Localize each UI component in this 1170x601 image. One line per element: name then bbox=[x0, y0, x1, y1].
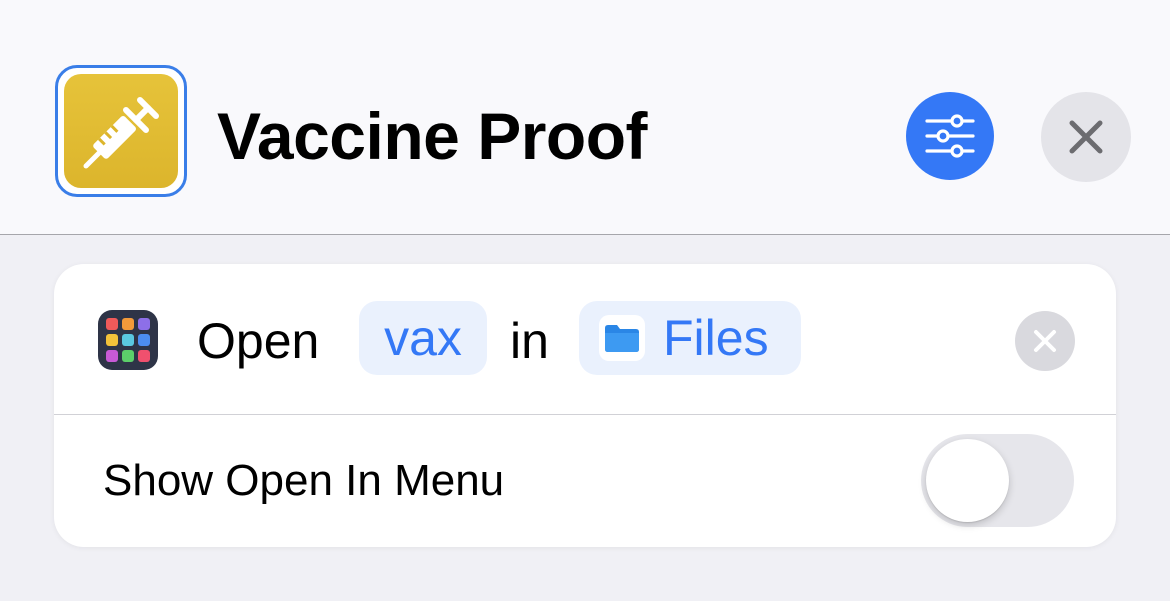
shortcut-header: Vaccine Proof bbox=[0, 0, 1170, 235]
shortcut-settings-button[interactable] bbox=[906, 92, 994, 180]
toggle-knob[interactable] bbox=[926, 439, 1009, 522]
action-verb: Open bbox=[197, 313, 320, 369]
action-preposition: in bbox=[510, 313, 549, 369]
remove-action-button[interactable] bbox=[1015, 311, 1075, 371]
remove-icon bbox=[1034, 330, 1056, 352]
close-button[interactable] bbox=[1041, 92, 1131, 182]
folder-icon bbox=[599, 315, 645, 361]
app-grid-icon bbox=[98, 310, 158, 370]
open-file-action-row: Open vax in Files bbox=[54, 264, 1116, 415]
show-open-in-menu-toggle[interactable] bbox=[921, 434, 1074, 527]
sliders-icon bbox=[925, 114, 975, 158]
syringe-icon bbox=[64, 74, 178, 188]
close-icon bbox=[1069, 120, 1103, 154]
shortcut-icon-button[interactable] bbox=[55, 65, 187, 197]
action-card: Open vax in Files Show Open In Menu bbox=[54, 264, 1116, 547]
show-open-in-menu-label: Show Open In Menu bbox=[103, 456, 505, 505]
shortcut-title[interactable]: Vaccine Proof bbox=[217, 100, 648, 172]
file-parameter-token[interactable]: vax bbox=[359, 301, 487, 375]
app-parameter-label: Files bbox=[663, 310, 769, 366]
app-parameter-token[interactable]: Files bbox=[579, 301, 801, 375]
